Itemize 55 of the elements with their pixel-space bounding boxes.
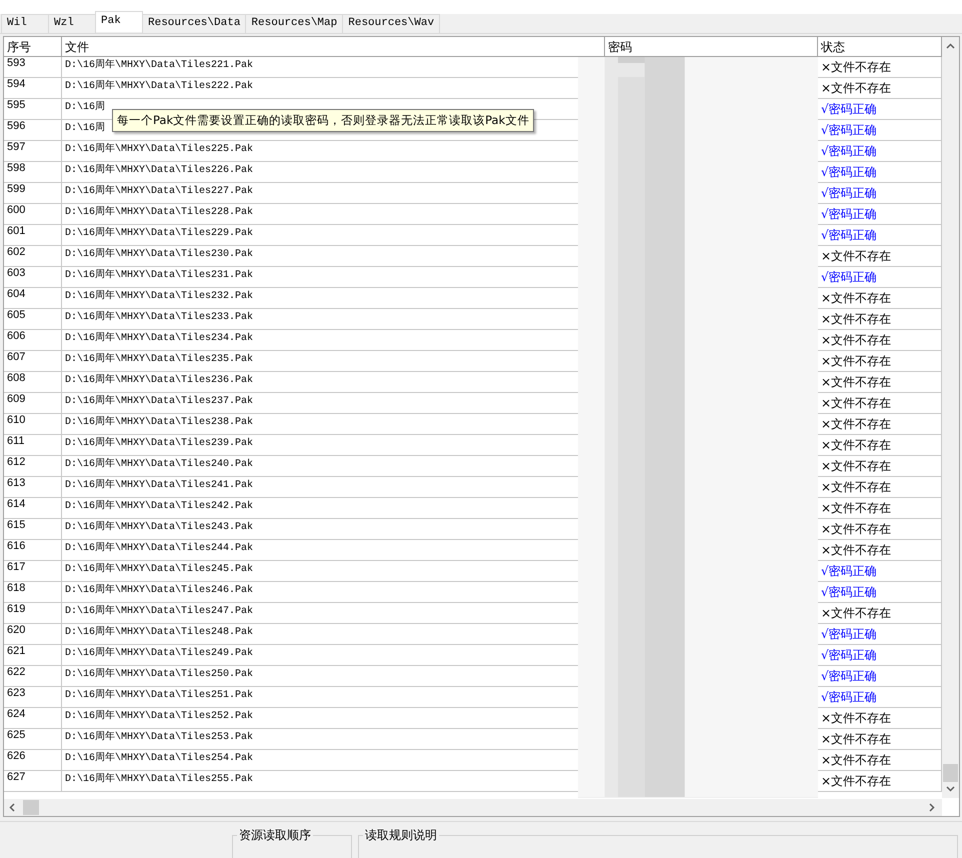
table-cell: 624 xyxy=(4,708,62,729)
table-cell: 595 xyxy=(4,99,62,120)
table-cell: 615 xyxy=(4,519,62,540)
group-title: 资源读取顺序 xyxy=(238,827,312,844)
column-header: 密码 xyxy=(605,37,818,57)
table-cell: 608 xyxy=(4,372,62,393)
table-cell: 620 xyxy=(4,624,62,645)
scroll-right-icon[interactable] xyxy=(929,803,935,812)
table-cell: 593 xyxy=(4,57,62,78)
table-cell: 626 xyxy=(4,750,62,771)
scroll-up-icon[interactable] xyxy=(946,43,955,49)
table-cell: 621 xyxy=(4,645,62,666)
table-cell: 605 xyxy=(4,309,62,330)
table-cell: 611 xyxy=(4,435,62,456)
table-cell: 598 xyxy=(4,162,62,183)
table-cell: 619 xyxy=(4,603,62,624)
column-header: 文件 xyxy=(62,37,605,57)
column-header: 序号 xyxy=(4,37,62,57)
tab[interactable]: Pak xyxy=(95,11,143,32)
scroll-thumb[interactable] xyxy=(943,764,958,782)
tab[interactable]: Wzl xyxy=(48,14,96,33)
table-cell: 623 xyxy=(4,687,62,708)
table-cell: 597 xyxy=(4,141,62,162)
table-cell: 609 xyxy=(4,393,62,414)
column-header: 状态 xyxy=(818,37,942,57)
table-cell: 607 xyxy=(4,351,62,372)
table-cell: 622 xyxy=(4,666,62,687)
table-cell: 601 xyxy=(4,225,62,246)
table-cell: 606 xyxy=(4,330,62,351)
table-cell: 618 xyxy=(4,582,62,603)
table-cell: 602 xyxy=(4,246,62,267)
scroll-left-icon[interactable] xyxy=(9,803,15,812)
tab[interactable]: Wil xyxy=(1,14,49,33)
table-cell: 627 xyxy=(4,771,62,792)
table-cell: 610 xyxy=(4,414,62,435)
horizontal-scrollbar[interactable] xyxy=(4,799,942,816)
scroll-down-icon[interactable] xyxy=(946,786,955,792)
table-cell: 613 xyxy=(4,477,62,498)
vertical-scrollbar[interactable] xyxy=(942,37,959,798)
table-cell: 604 xyxy=(4,288,62,309)
tab[interactable]: Resources\Wav xyxy=(342,14,440,33)
table-cell: 625 xyxy=(4,729,62,750)
table-cell: 617 xyxy=(4,561,62,582)
table-cell: 612 xyxy=(4,456,62,477)
table-cell: 596 xyxy=(4,120,62,141)
table-cell: 600 xyxy=(4,204,62,225)
table-cell: 616 xyxy=(4,540,62,561)
table-cell: 614 xyxy=(4,498,62,519)
tab[interactable]: Resources\Data xyxy=(142,14,246,33)
table-cell: 603 xyxy=(4,267,62,288)
scroll-thumb[interactable] xyxy=(23,800,39,815)
table-cell: 599 xyxy=(4,183,62,204)
group-title: 读取规则说明 xyxy=(364,827,438,844)
table-cell: 594 xyxy=(4,78,62,99)
tooltip: 每一个Pak文件需要设置正确的读取密码，否则登录器无法正常读取该Pak文件 xyxy=(112,109,534,132)
